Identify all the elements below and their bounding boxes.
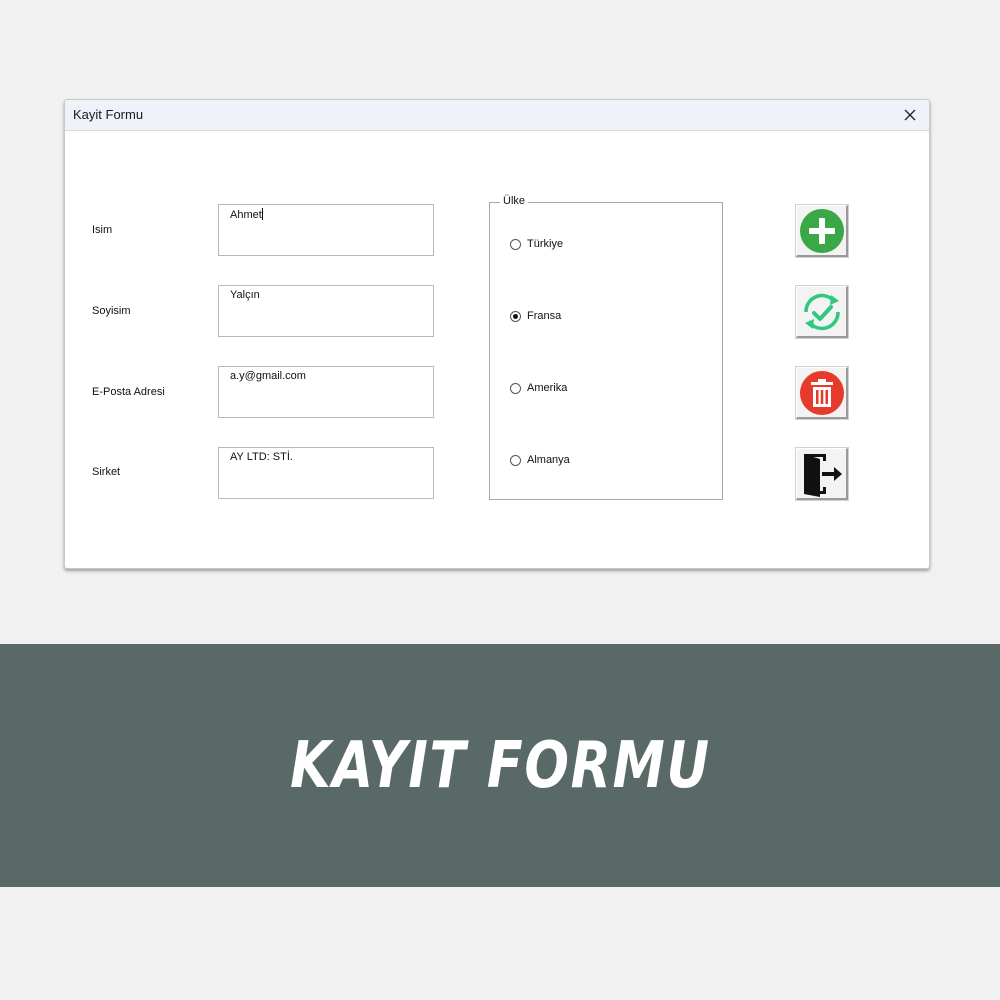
label-eposta: E-Posta Adresi [92,386,165,398]
label-isim: Isim [92,224,113,236]
title-banner: KAYIT FORMU [0,644,1000,887]
add-icon [799,208,844,253]
country-legend: Ülke [500,195,529,207]
exit-button[interactable] [796,448,848,500]
radio-fransa[interactable]: Fransa [510,310,561,322]
soyisim-value: Yalçın [230,289,260,301]
radio-label: Amerika [527,382,568,394]
banner-title: KAYIT FORMU [289,728,711,803]
isim-value: Ahmet [230,209,262,221]
exit-door-icon [803,453,842,497]
radio-circle-selected[interactable] [510,310,521,322]
label-sirket: Sirket [92,466,121,478]
window-title: Kayit Formu [73,107,144,122]
radio-label: Almanya [527,454,570,466]
delete-button[interactable] [796,367,848,419]
close-icon [904,109,916,121]
sirket-value: AY LTD: STİ. [230,451,293,463]
isim-input[interactable]: Ahmet [218,204,434,256]
label-soyisim: Soyisim [92,305,131,317]
title-bar: Kayit Formu [65,100,929,131]
close-button[interactable] [899,105,921,125]
soyisim-input[interactable]: Yalçın [218,285,434,337]
radio-turkiye[interactable]: Türkiye [510,238,563,250]
trash-icon [799,370,844,415]
radio-amerika[interactable]: Amerika [510,382,567,394]
eposta-input[interactable]: a.y@gmail.com [218,366,434,418]
add-button[interactable] [796,205,848,257]
radio-circle[interactable] [510,238,521,250]
eposta-value: a.y@gmail.com [230,370,306,382]
radio-circle[interactable] [510,454,521,466]
radio-label: Türkiye [527,238,564,250]
update-button[interactable] [796,286,848,338]
radio-circle[interactable] [510,382,521,394]
radio-label: Fransa [527,310,562,322]
sirket-input[interactable]: AY LTD: STİ. [218,447,434,499]
form-window: Kayit Formu Isim Soyisim E-Posta Adresi … [64,99,930,569]
radio-almanya[interactable]: Almanya [510,454,570,466]
country-frame: Ülke Türkiye Fransa Amerika Almanya [489,195,723,500]
text-cursor [261,208,263,220]
refresh-check-icon [803,293,840,330]
